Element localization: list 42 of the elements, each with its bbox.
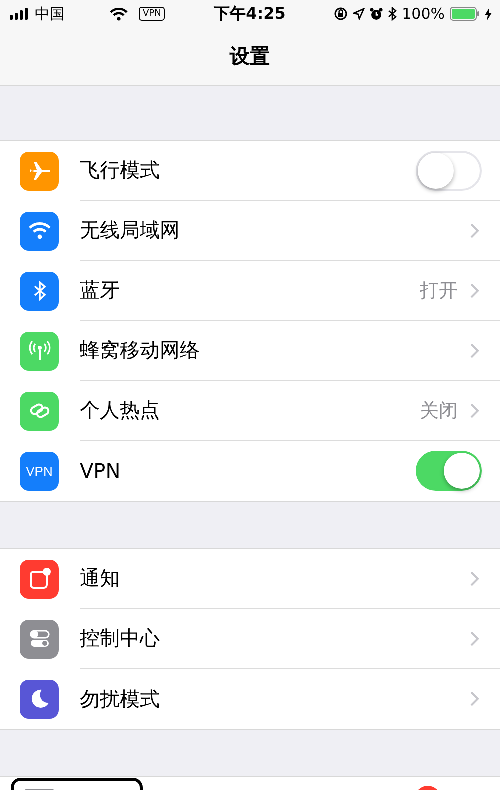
charging-bolt-icon: [485, 8, 492, 20]
toggle-switch[interactable]: [416, 451, 482, 491]
settings-row[interactable]: VPN VPN: [0, 441, 500, 501]
row-label: VPN: [80, 459, 121, 483]
bluetooth-icon: [388, 7, 398, 21]
row-label: 蓝牙: [80, 277, 120, 304]
rotation-lock-icon: [334, 7, 348, 21]
settings-row[interactable]: 蜂窝移动网络: [0, 321, 500, 381]
location-arrow-icon: [353, 8, 366, 20]
chevron-icon: [470, 570, 480, 586]
settings-row[interactable]: 控制中心: [0, 609, 500, 669]
status-time: 下午4:25: [214, 4, 286, 24]
carrier-name: 中国: [35, 4, 65, 24]
signal-icon: [10, 8, 30, 20]
row-label: 个人热点: [80, 397, 160, 424]
chevron-icon: [470, 691, 480, 707]
battery-percent: 100%: [402, 5, 445, 23]
row-label: 勿扰模式: [80, 686, 160, 712]
vpn-indicator: VPN: [139, 7, 166, 21]
row-value: 关闭: [420, 398, 458, 424]
nav-title: 设置: [230, 43, 270, 70]
row-label: 飞行模式: [80, 157, 160, 184]
vpn-icon: VPN: [20, 452, 59, 490]
settings-row[interactable]: 蓝牙 打开: [0, 261, 500, 321]
settings-row[interactable]: 无线局域网: [0, 201, 500, 261]
wifi-icon: [110, 8, 128, 20]
battery-icon: [450, 7, 480, 21]
row-value: 打开: [420, 278, 458, 304]
settings-row[interactable]: 个人热点 关闭: [0, 381, 500, 441]
chevron-icon: [470, 402, 480, 418]
row-label: 控制中心: [80, 625, 160, 652]
alarm-clock-icon: [370, 8, 384, 20]
settings-row[interactable]: 勿扰模式: [0, 669, 500, 729]
chevron-icon: [470, 342, 480, 358]
settings-row[interactable]: 通知: [0, 549, 500, 609]
row-label: 无线局域网: [80, 217, 180, 244]
settings-row[interactable]: 飞行模式: [0, 141, 500, 201]
chevron-icon: [470, 222, 480, 238]
chevron-icon: [470, 282, 480, 298]
chevron-icon: [470, 630, 480, 646]
row-label: 通知: [80, 565, 120, 592]
row-label: 蜂窝移动网络: [80, 337, 200, 364]
